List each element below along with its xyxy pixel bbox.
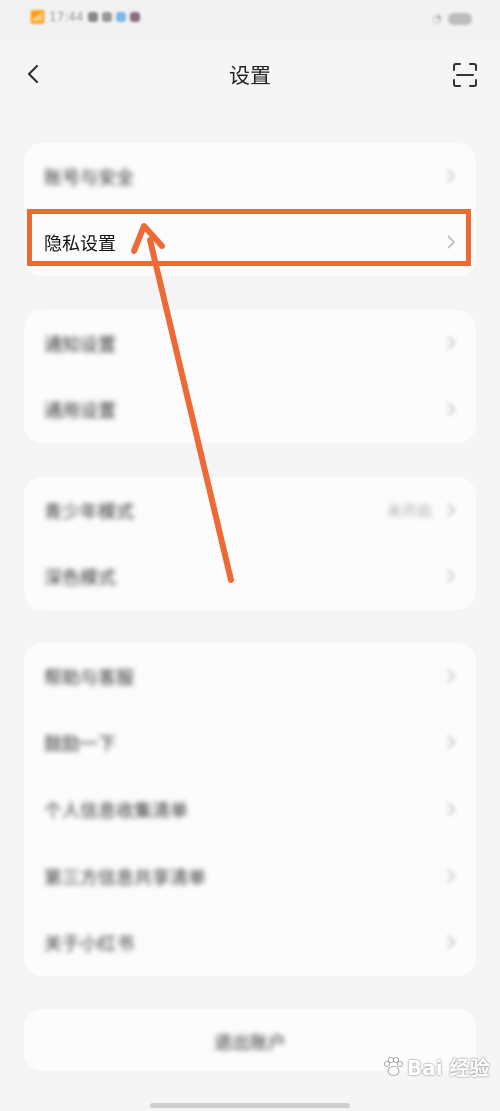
home-indicator[interactable] xyxy=(150,1103,350,1108)
status-left: 📶 17:44 xyxy=(30,10,140,24)
chevron-right-icon xyxy=(447,802,456,816)
settings-item-help[interactable]: 帮助与客服 xyxy=(24,643,476,709)
settings-item-encourage[interactable]: 鼓励一下 xyxy=(24,709,476,775)
notification-icon xyxy=(101,12,112,22)
settings-item-personal-info-list[interactable]: 个人信息收集清单 xyxy=(24,776,476,842)
settings-item-label: 第三方信息共享清单 xyxy=(44,868,206,889)
settings-item-label: 个人信息收集清单 xyxy=(44,801,188,822)
battery-icon xyxy=(448,12,472,25)
baidu-watermark: Bai 经验 xyxy=(382,1052,490,1081)
status-bar: 📶 17:44 ◔ xyxy=(0,0,500,40)
settings-group-about: 帮助与客服 鼓励一下 个人信息收集清单 第三方信息共享清单 关于小红书 xyxy=(24,643,476,976)
settings-item-label: 青少年模式 xyxy=(44,502,134,523)
chevron-right-icon xyxy=(447,735,456,749)
settings-group-account: 账号与安全 隐私设置 xyxy=(24,143,476,276)
settings-item-general[interactable]: 通用设置 xyxy=(24,376,476,442)
settings-group-general: 通知设置 通用设置 xyxy=(24,310,476,443)
settings-item-dark-mode[interactable]: 深色模式 xyxy=(24,543,476,609)
settings-item-account-security[interactable]: 账号与安全 xyxy=(24,143,476,209)
status-right: ◔ xyxy=(432,12,472,25)
chevron-right-icon xyxy=(447,169,456,183)
settings-group-modes: 青少年模式 未开启 深色模式 xyxy=(24,477,476,610)
settings-item-third-party-list[interactable]: 第三方信息共享清单 xyxy=(24,843,476,909)
top-nav-bar: 设置 xyxy=(0,40,500,110)
page-title: 设置 xyxy=(229,64,271,88)
teen-mode-status: 未开启 xyxy=(386,502,432,520)
chevron-right-icon xyxy=(447,569,456,583)
chevron-right-icon xyxy=(447,669,456,683)
settings-item-notifications[interactable]: 通知设置 xyxy=(24,310,476,376)
settings-item-label: 关于小红书 xyxy=(44,934,134,955)
scan-icon[interactable] xyxy=(452,62,478,88)
paw-icon xyxy=(384,1056,403,1076)
chevron-right-icon xyxy=(447,935,456,949)
settings-item-label: 鼓励一下 xyxy=(44,734,116,755)
chevron-right-icon xyxy=(447,869,456,883)
notification-icon xyxy=(129,12,140,22)
settings-item-teen-mode[interactable]: 青少年模式 未开启 xyxy=(24,477,476,543)
notification-icon xyxy=(87,12,98,22)
watermark-text: Bai 经验 xyxy=(407,1056,490,1080)
chevron-right-icon xyxy=(447,235,456,249)
settings-item-label: 帮助与客服 xyxy=(44,668,134,689)
status-time: 17:44 xyxy=(48,10,84,24)
settings-item-label: 隐私设置 xyxy=(44,234,116,255)
chevron-right-icon xyxy=(447,503,456,517)
settings-item-label: 通用设置 xyxy=(44,401,116,422)
settings-item-label: 深色模式 xyxy=(44,568,116,589)
signal-icon: 📶 xyxy=(30,10,45,24)
chevron-right-icon xyxy=(447,336,456,350)
chevron-right-icon xyxy=(447,402,456,416)
settings-item-label: 账号与安全 xyxy=(44,168,134,189)
settings-item-privacy[interactable]: 隐私设置 xyxy=(24,209,476,275)
settings-item-label: 通知设置 xyxy=(44,335,116,356)
settings-item-about[interactable]: 关于小红书 xyxy=(24,909,476,975)
wifi-icon: ◔ xyxy=(432,12,442,25)
notification-icon xyxy=(115,12,126,22)
